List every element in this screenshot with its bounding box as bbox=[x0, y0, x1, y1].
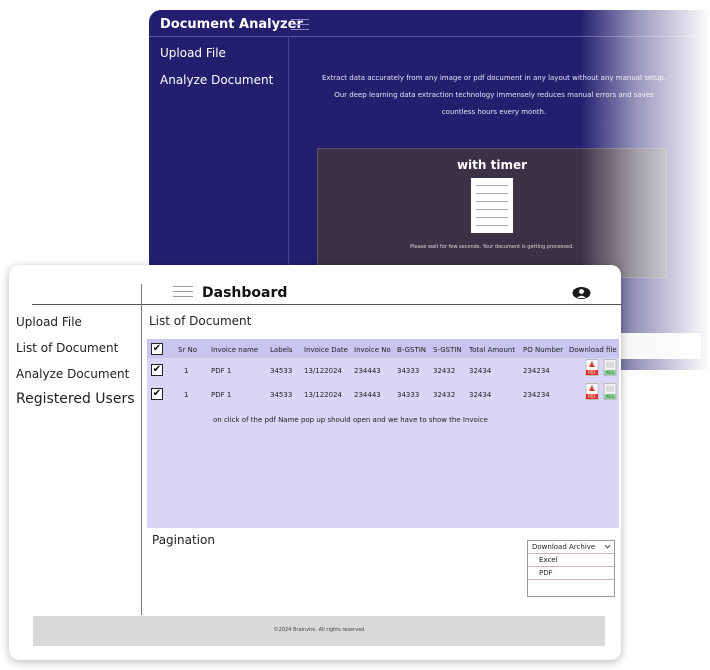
cell-invoice-no: 234443 bbox=[354, 391, 381, 399]
col-header-po-number: PO Number bbox=[523, 346, 564, 354]
cell-s-gstin: 32432 bbox=[433, 367, 456, 375]
menu-icon[interactable] bbox=[291, 19, 309, 30]
cell-s-gstin: 32432 bbox=[433, 391, 456, 399]
cell-sr-no: 1 bbox=[184, 367, 189, 375]
pagination[interactable]: Pagination bbox=[152, 533, 215, 547]
table-note: on click of the pdf Name pop up should o… bbox=[213, 416, 488, 424]
document-icon bbox=[471, 178, 513, 233]
sidebar-item-upload-file[interactable]: Upload File bbox=[160, 46, 226, 60]
col-header-invoice-no: Invoice No bbox=[354, 346, 391, 354]
sidebar-item-upload-file[interactable]: Upload File bbox=[16, 315, 82, 329]
excel-icon[interactable]: XLS bbox=[603, 383, 617, 400]
cell-total-amount: 32434 bbox=[469, 391, 492, 399]
page-title: Dashboard bbox=[202, 285, 288, 301]
select-all-checkbox[interactable]: ✔ bbox=[151, 343, 163, 355]
pdf-icon-label: PDF bbox=[588, 394, 596, 399]
cell-invoice-name[interactable]: PDF 1 bbox=[211, 391, 231, 399]
col-header-download-file: Download file bbox=[569, 346, 617, 354]
pdf-icon-label: PDF bbox=[588, 370, 596, 375]
row-checkbox[interactable]: ✔ bbox=[151, 388, 163, 400]
sidebar-item-analyze-document[interactable]: Analyze Document bbox=[16, 367, 129, 381]
pdf-icon[interactable]: PDF bbox=[585, 383, 599, 400]
cell-sr-no: 1 bbox=[184, 391, 189, 399]
user-avatar-icon[interactable] bbox=[572, 286, 591, 300]
cell-b-gstin: 34333 bbox=[397, 367, 420, 375]
col-header-invoice-date: Invoice Date bbox=[304, 346, 348, 354]
sidebar-item-list-of-document[interactable]: List of Document bbox=[16, 341, 118, 355]
excel-icon-label: XLS bbox=[606, 370, 614, 375]
footer-text: ©2024 Brainvire. All rights reserved bbox=[273, 627, 365, 633]
header-divider bbox=[32, 304, 621, 305]
col-header-labels: Labels bbox=[270, 346, 293, 354]
col-header-total-amount: Total Amount bbox=[469, 346, 516, 354]
sidebar-item-registered-users[interactable]: Registered Users bbox=[16, 391, 135, 407]
cell-invoice-date: 13/122024 bbox=[304, 367, 342, 375]
dropdown-option-excel[interactable]: Excel bbox=[528, 554, 614, 567]
document-table: ✔ Sr No Invoice name Labels Invoice Date… bbox=[147, 339, 619, 528]
cell-total-amount: 32434 bbox=[469, 367, 492, 375]
dashboard-window: Dashboard Upload File List of Document A… bbox=[9, 265, 621, 660]
cell-labels: 34533 bbox=[270, 367, 293, 375]
cell-b-gstin: 34333 bbox=[397, 391, 420, 399]
download-archive-label[interactable]: Download Archive bbox=[528, 541, 614, 554]
footer: ©2024 Brainvire. All rights reserved bbox=[33, 616, 605, 646]
excel-icon[interactable]: XLS bbox=[603, 359, 617, 376]
cell-invoice-date: 13/122024 bbox=[304, 391, 342, 399]
cell-invoice-name[interactable]: PDF 1 bbox=[211, 367, 231, 375]
col-header-sr-no: Sr No bbox=[178, 346, 198, 354]
sidebar-divider bbox=[141, 284, 142, 615]
excel-icon-label: XLS bbox=[606, 394, 614, 399]
section-title: List of Document bbox=[149, 314, 252, 328]
cell-invoice-no: 234443 bbox=[354, 367, 381, 375]
cell-labels: 34533 bbox=[270, 391, 293, 399]
app-title: Document Analyzer bbox=[160, 17, 303, 32]
download-archive-dropdown[interactable]: Download Archive Excel PDF bbox=[527, 540, 615, 597]
pdf-icon[interactable]: PDF bbox=[585, 359, 599, 376]
cell-po-number: 234234 bbox=[523, 391, 550, 399]
row-checkbox[interactable]: ✔ bbox=[151, 364, 163, 376]
chevron-down-icon[interactable] bbox=[604, 543, 611, 550]
col-header-s-gstin: S-GSTIN bbox=[433, 346, 462, 354]
dropdown-option-pdf[interactable]: PDF bbox=[528, 567, 614, 580]
col-header-b-gstin: B-GSTIN bbox=[397, 346, 427, 354]
sidebar-item-analyze-document[interactable]: Analyze Document bbox=[160, 73, 273, 87]
menu-icon[interactable] bbox=[173, 286, 193, 300]
col-header-invoice-name: Invoice name bbox=[211, 346, 259, 354]
cell-po-number: 234234 bbox=[523, 367, 550, 375]
